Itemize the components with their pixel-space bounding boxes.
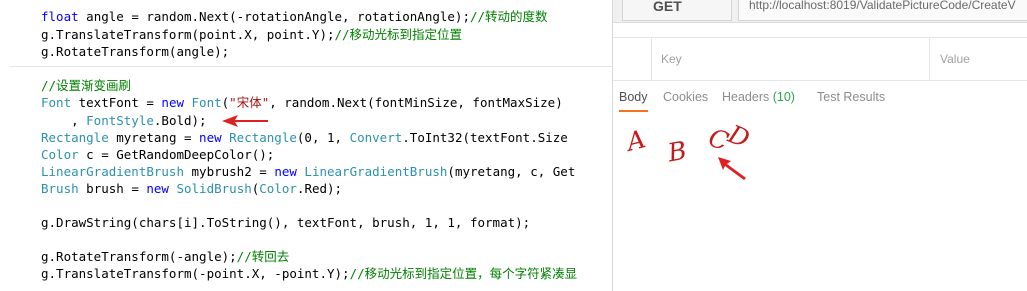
tab-cookies[interactable]: Cookies xyxy=(663,90,708,110)
editor-gutter xyxy=(0,0,10,291)
code-token: "宋体" xyxy=(229,95,270,110)
code-token: textFont = xyxy=(71,95,162,110)
code-line[interactable]: Rectangle myretang = new Rectangle(0, 1,… xyxy=(41,129,568,147)
postman-panel: GET http://localhost:8019/ValidatePictur… xyxy=(612,0,1027,291)
code-line[interactable]: , FontStyle.Bold); xyxy=(41,112,207,130)
code-line[interactable]: Brush brush = new SolidBrush(Color.Red); xyxy=(41,180,342,198)
code-line[interactable]: Font textFont = new Font("宋体", random.Ne… xyxy=(41,94,563,112)
code-token: , random.Next(fontMinSize, fontMaxSize) xyxy=(269,95,563,110)
code-token: new xyxy=(274,164,297,179)
code-line[interactable]: Color c = GetRandomDeepColor(); xyxy=(41,146,274,164)
code-token: mybrush2 = xyxy=(184,164,275,179)
http-method-select[interactable]: GET xyxy=(622,0,732,21)
code-token: myretang = xyxy=(108,130,200,145)
code-line[interactable]: g.TranslateTransform(-point.X, -point.Y)… xyxy=(41,265,577,283)
code-token: new xyxy=(161,95,184,110)
request-url-input[interactable]: http://localhost:8019/ValidatePictureCod… xyxy=(738,0,1027,21)
code-line[interactable]: float angle = random.Next(-rotationAngle… xyxy=(41,8,548,26)
param-value-input[interactable]: Value xyxy=(940,52,970,66)
code-token: //移动光标到指定位置，每个字符紧凑显 xyxy=(349,266,578,281)
code-token: FontStyle xyxy=(86,113,154,128)
code-token: .Bold); xyxy=(153,113,207,128)
code-token: new xyxy=(146,181,169,196)
code-token: Font xyxy=(41,95,72,110)
code-token: LinearGradientBrush xyxy=(41,164,184,179)
code-token: (myretang, c, Get xyxy=(447,164,576,179)
param-key-input[interactable]: Key xyxy=(661,52,682,66)
code-line[interactable]: LinearGradientBrush mybrush2 = new Linea… xyxy=(41,163,575,181)
tab-test-results-label: Test Results xyxy=(817,90,886,104)
code-token: float xyxy=(41,9,79,24)
code-token: Color xyxy=(259,181,297,196)
code-token: Font xyxy=(191,95,222,110)
tab-headers-count: (10) xyxy=(772,90,795,104)
code-line[interactable]: //设置渐变画刷 xyxy=(41,77,131,95)
code-token: brush = xyxy=(78,181,147,196)
code-token: Convert xyxy=(349,130,403,145)
params-cell-divider xyxy=(651,38,652,80)
tab-cookies-label: Cookies xyxy=(663,90,709,104)
code-token: Rectangle xyxy=(229,130,297,145)
code-token: //转动的度数 xyxy=(469,9,548,24)
code-token: c = GetRandomDeepColor(); xyxy=(78,147,275,162)
code-token: Brush xyxy=(41,181,79,196)
tab-headers-label: Headers xyxy=(722,90,770,104)
code-token: g.RotateTransform(angle); xyxy=(41,44,230,59)
code-token: angle = random.Next(-rotationAngle, rota… xyxy=(78,9,470,24)
code-token: g.TranslateTransform(-point.X, -point.Y)… xyxy=(41,266,350,281)
code-token: .Red); xyxy=(296,181,343,196)
tab-test-results[interactable]: Test Results xyxy=(817,90,885,110)
captcha-char: B xyxy=(665,135,689,168)
code-token: (0, 1, xyxy=(296,130,350,145)
params-table-row: Key Value xyxy=(613,37,1027,81)
code-token: //设置渐变画刷 xyxy=(41,78,132,93)
code-line[interactable]: g.RotateTransform(angle); xyxy=(41,43,229,61)
response-tabs: Body Cookies Headers (10) Test Results xyxy=(613,82,1027,116)
captcha-char: D xyxy=(724,119,754,154)
red-annotation-arrow-icon xyxy=(718,157,746,180)
tab-body-label: Body xyxy=(619,90,648,104)
tab-body[interactable]: Body xyxy=(619,90,648,112)
code-line[interactable]: g.TranslateTransform(point.X, point.Y);/… xyxy=(41,26,462,44)
code-token: new xyxy=(199,130,222,145)
code-token: Rectangle xyxy=(41,130,109,145)
tab-headers[interactable]: Headers (10) xyxy=(722,90,795,110)
code-line[interactable]: g.RotateTransform(-angle);//转回去 xyxy=(41,248,289,266)
code-token: .ToInt32(textFont.Size xyxy=(402,130,568,145)
params-cell-divider xyxy=(929,38,930,80)
captcha-char: A xyxy=(623,124,649,157)
code-editor[interactable]: float angle = random.Next(-rotationAngle… xyxy=(0,0,612,291)
code-token: Color xyxy=(41,147,79,162)
code-token: , xyxy=(41,113,87,128)
code-token: //转回去 xyxy=(236,249,290,264)
line-separator xyxy=(10,66,612,67)
code-line[interactable]: g.DrawString(chars[i].ToString(), textFo… xyxy=(41,214,530,232)
code-token: g.TranslateTransform(point.X, point.Y); xyxy=(41,27,335,42)
code-token: //移动光标到指定位置 xyxy=(334,27,463,42)
red-annotation-arrow-icon xyxy=(222,115,268,127)
code-token: LinearGradientBrush xyxy=(304,164,448,179)
code-token: g.RotateTransform(-angle); xyxy=(41,249,237,264)
code-token: g.DrawString(chars[i].ToString(), textFo… xyxy=(41,215,531,230)
code-token: SolidBrush xyxy=(176,181,252,196)
request-url-bar: GET http://localhost:8019/ValidatePictur… xyxy=(613,0,1027,23)
